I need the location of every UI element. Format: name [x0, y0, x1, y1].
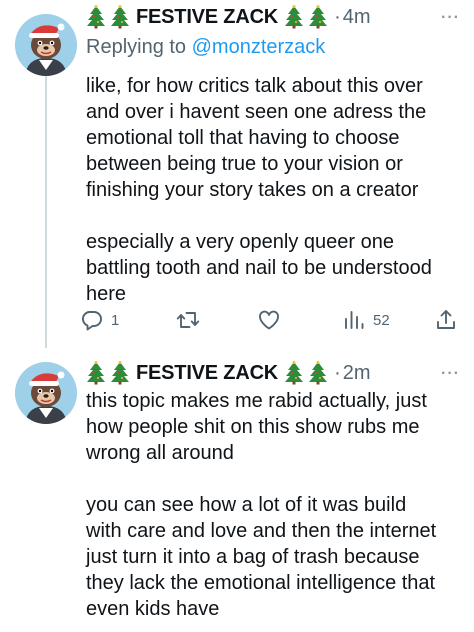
- christmas-tree-icon: [284, 361, 304, 385]
- views-button[interactable]: 52: [342, 308, 390, 332]
- action-bar: 1 52: [80, 308, 460, 338]
- replying-to: Replying to @monzterzack: [86, 36, 460, 62]
- reply-button[interactable]: 1: [80, 308, 119, 332]
- share-button[interactable]: [434, 308, 458, 332]
- replying-handle-link[interactable]: @monzterzack: [192, 36, 326, 58]
- display-name[interactable]: FESTIVE ZACK: [136, 6, 278, 29]
- text-line: just turn it into a bag of trash because: [86, 546, 420, 568]
- christmas-tree-icon: [86, 361, 106, 385]
- text-line: with care and love and then the internet: [86, 520, 437, 542]
- heart-icon: [257, 308, 281, 332]
- text-line: even kids have: [86, 598, 220, 620]
- text-line: emotional toll that having to choose: [86, 127, 400, 149]
- tweet-content: FESTIVE ZACK · 4m ··· Replying to @monzt…: [86, 4, 460, 307]
- tweet-text: this topic makes me rabid actually, just…: [86, 388, 458, 622]
- text-line: this topic makes me rabid actually, just: [86, 390, 427, 412]
- text-line: between being true to your vision or: [86, 153, 403, 175]
- tweet-content: FESTIVE ZACK · 2m ··· this topic makes m…: [86, 360, 460, 622]
- timestamp[interactable]: 4m: [343, 6, 371, 29]
- reply-icon: [80, 308, 104, 332]
- replying-prefix: Replying to: [86, 36, 192, 58]
- text-line: and over i havent seen one adress the: [86, 101, 427, 123]
- avatar[interactable]: [15, 14, 77, 76]
- separator-dot: ·: [334, 361, 341, 384]
- like-button[interactable]: [257, 308, 281, 332]
- tweet-header: FESTIVE ZACK · 2m ···: [86, 360, 460, 386]
- text-line: you can see how a lot of it was build: [86, 494, 407, 516]
- retweet-button[interactable]: [176, 308, 200, 332]
- separator-dot: ·: [334, 5, 341, 28]
- christmas-tree-icon: [308, 361, 328, 385]
- christmas-tree-icon: [86, 5, 106, 29]
- text-line: here: [86, 283, 127, 305]
- display-name[interactable]: FESTIVE ZACK: [136, 362, 278, 385]
- timestamp[interactable]: 2m: [343, 362, 371, 385]
- text-line: finishing your story takes on a creator: [86, 179, 419, 201]
- christmas-tree-icon: [110, 361, 130, 385]
- text-line: battling tooth and nail to be understood: [86, 257, 432, 279]
- christmas-tree-icon: [308, 5, 328, 29]
- tweet[interactable]: FESTIVE ZACK · 2m ··· this topic makes m…: [0, 350, 474, 632]
- text-line: they lack the emotional intelligence tha…: [86, 572, 436, 594]
- reply-count: 1: [111, 311, 120, 329]
- more-options-icon[interactable]: ···: [441, 9, 460, 27]
- text-line: how people shit on this show rubs me: [86, 416, 420, 438]
- tweet[interactable]: FESTIVE ZACK · 4m ··· Replying to @monzt…: [0, 0, 474, 350]
- views-count: 52: [373, 311, 390, 329]
- tweet-header: FESTIVE ZACK · 4m ···: [86, 4, 460, 30]
- share-icon: [434, 308, 458, 332]
- christmas-tree-icon: [110, 5, 130, 29]
- more-options-icon[interactable]: ···: [441, 365, 460, 383]
- text-line: especially a very openly queer one: [86, 231, 394, 253]
- retweet-icon: [176, 308, 200, 332]
- avatar[interactable]: [15, 362, 77, 424]
- christmas-tree-icon: [284, 5, 304, 29]
- text-line: like, for how critics talk about this ov…: [86, 75, 423, 97]
- text-line: wrong all around: [86, 442, 234, 464]
- analytics-icon: [342, 308, 366, 332]
- tweet-text: like, for how critics talk about this ov…: [86, 73, 458, 307]
